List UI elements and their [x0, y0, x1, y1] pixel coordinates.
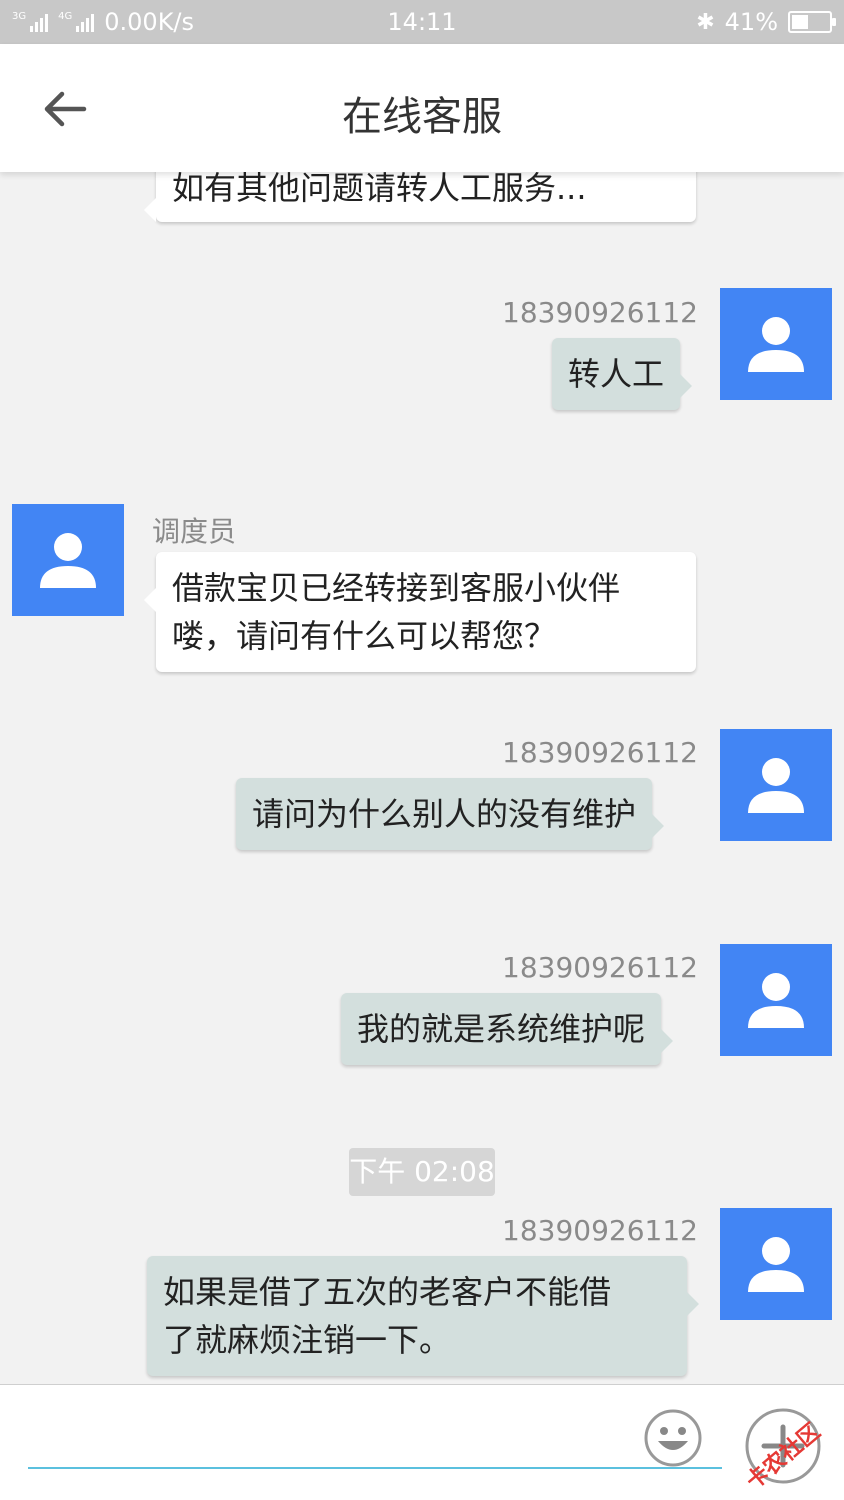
message-text: 转人工	[568, 355, 665, 393]
sender-name: 18390926112	[502, 1214, 698, 1247]
user-icon	[40, 533, 96, 588]
user-icon	[748, 973, 804, 1028]
status-right: ✱ 41%	[696, 8, 836, 36]
user-icon	[748, 1237, 804, 1292]
emoji-icon[interactable]	[644, 1409, 702, 1467]
chat-area[interactable]: 如有其他问题请转人工服务... 18390926112 转人工 调度员 借款宝贝…	[0, 172, 844, 1384]
message-line: 喽，请问有什么可以帮您？	[172, 617, 557, 655]
header: 在线客服	[0, 44, 844, 172]
status-bar: 3G 4G 0.00K/s 14:11 ✱ 41%	[0, 0, 844, 44]
outgoing-message[interactable]: 我的就是系统维护呢	[341, 993, 674, 1065]
input-bar: 卡农社区	[0, 1384, 844, 1500]
sender-name: 18390926112	[502, 296, 698, 329]
user-icon	[748, 758, 804, 813]
message-text: 我的就是系统维护呢	[357, 1010, 646, 1048]
user-icon	[748, 317, 804, 372]
bluetooth-icon: ✱	[696, 9, 715, 35]
user-avatar[interactable]	[720, 288, 832, 400]
sender-name: 调度员	[152, 515, 237, 548]
sender-name: 18390926112	[502, 951, 698, 984]
message-line: 如果是借了五次的老客户不能借	[163, 1273, 612, 1311]
user-avatar[interactable]	[720, 729, 832, 841]
page-title: 在线客服	[342, 94, 502, 140]
user-avatar[interactable]	[720, 944, 832, 1056]
incoming-message[interactable]: 借款宝贝已经转接到客服小伙伴 喽，请问有什么可以帮您？	[144, 552, 696, 672]
message-text: 请问为什么别人的没有维护	[252, 795, 637, 833]
incoming-message[interactable]: 如有其他问题请转人工服务...	[144, 172, 696, 222]
message-line: 借款宝贝已经转接到客服小伙伴	[172, 569, 621, 607]
outgoing-message[interactable]: 如果是借了五次的老客户不能借 了就麻烦注销一下。	[147, 1256, 699, 1376]
message-text: 如有其他问题请转人工服务...	[172, 172, 587, 207]
battery-percent: 41%	[724, 8, 778, 36]
outgoing-message[interactable]: 转人工	[552, 338, 693, 410]
time-divider: 下午 02:08	[349, 1148, 495, 1196]
sender-name: 18390926112	[502, 736, 698, 769]
user-avatar[interactable]	[720, 1208, 832, 1320]
outgoing-message[interactable]: 请问为什么别人的没有维护	[236, 778, 665, 850]
message-line: 了就麻烦注销一下。	[163, 1321, 452, 1359]
agent-avatar[interactable]	[12, 504, 124, 616]
message-input[interactable]	[28, 1405, 722, 1469]
battery-icon	[788, 11, 836, 33]
